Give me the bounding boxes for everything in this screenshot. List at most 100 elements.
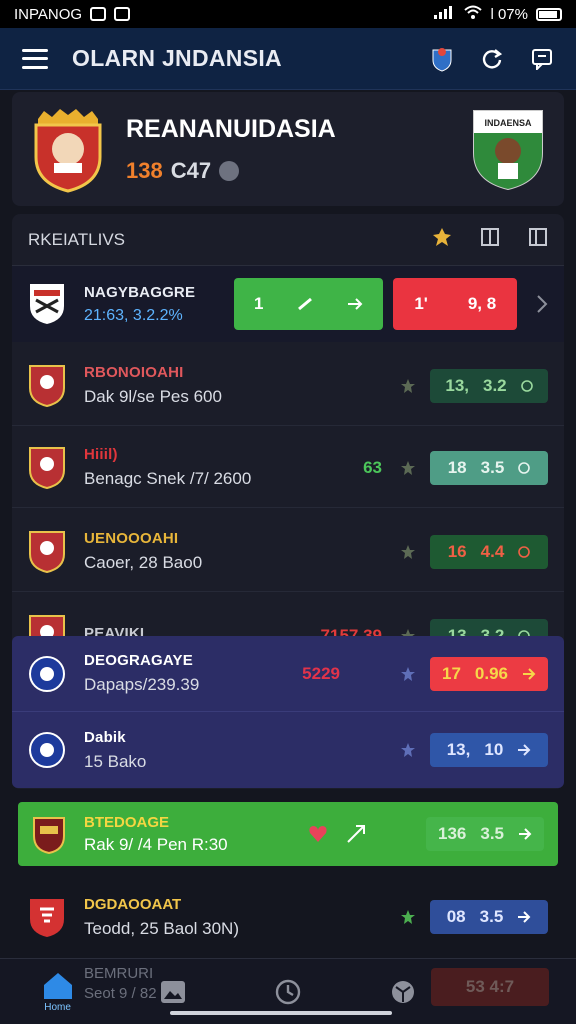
peek-match-detail: Seot 9 / 82	[84, 985, 157, 1002]
team-crest-icon	[29, 446, 65, 489]
favorite-star-icon[interactable]	[400, 666, 416, 682]
circle-icon	[520, 379, 533, 392]
highlighted-matches-panel: DEOGRAGAYE Dapaps/239.39 5229 17 0.96 Dabik 15…	[12, 636, 564, 788]
last-team-crest-icon	[30, 899, 64, 937]
promo-match-name: BTEDOAGE	[84, 813, 170, 831]
match-name: UENOOOAHI	[84, 530, 179, 547]
match-detail: Benagc Snek /7/ 2600	[84, 469, 252, 488]
favorite-star-icon[interactable]	[400, 544, 416, 560]
match-name: DEOGRAGAYE	[84, 652, 193, 669]
match-name: Hiiil)	[84, 446, 118, 463]
notification-icon	[90, 7, 107, 21]
featured-match-row[interactable]: NAGYBAGGRE 21:63, 3.2.2% 1 1' 9, 8	[12, 266, 564, 342]
chevron-right-icon[interactable]	[535, 294, 548, 314]
home-icon	[43, 973, 72, 999]
share-icon[interactable]	[346, 824, 366, 844]
wifi-icon	[464, 5, 483, 23]
odds-button[interactable]: 18 3.5	[430, 450, 548, 485]
gesture-bar	[170, 1011, 392, 1015]
odds-b: 3.5	[480, 457, 505, 477]
team-crest-icon	[29, 530, 65, 573]
last-match-name: DGDAOOAAT	[84, 895, 182, 913]
match-row[interactable]: RBONOIOAHI Dak 9l/se Pes 600 13, 3.2	[12, 346, 564, 426]
peek-match-name: BEMRURI	[84, 965, 154, 982]
odds-button[interactable]: 13, 3.2	[430, 368, 548, 403]
favorite-star-icon[interactable]	[400, 742, 416, 758]
odds-button[interactable]: 13, 10	[430, 733, 548, 767]
national-flag-crest-icon: INDAENSA	[473, 110, 543, 191]
promo-odds-b: 3.5	[480, 824, 504, 843]
match-detail: 15 Bako	[84, 751, 147, 771]
odds-a: 17	[441, 663, 461, 683]
arrow-right-icon	[519, 828, 532, 840]
last-odds-button[interactable]: 08 3.5	[430, 900, 548, 934]
signal-icon	[434, 5, 456, 23]
favorite-star-icon[interactable]	[400, 460, 416, 476]
club-badge-icon[interactable]	[430, 47, 454, 72]
menu-icon[interactable]	[22, 48, 48, 69]
team-crest-icon	[29, 364, 65, 407]
team-name: REANANUIDASIA	[126, 114, 336, 143]
odds-button[interactable]: 16 4.4	[430, 534, 548, 569]
odds-b: 3.2	[483, 375, 507, 395]
app-title: OLARN JNDANSIA	[72, 45, 282, 71]
info-icon[interactable]	[219, 160, 240, 181]
match-detail: Dapaps/239.39	[84, 675, 200, 694]
match-row[interactable]: UENOOOAHI Caoer, 28 Bao0 16 4.4	[12, 512, 564, 592]
featured-odds-lose[interactable]: 1' 9, 8	[393, 278, 518, 330]
match-row-last[interactable]: DGDAOOAAT Teodd, 25 Baol 30N) 08 3.5	[12, 876, 564, 958]
odds-a: 16	[447, 541, 467, 561]
last-match-detail: Teodd, 25 Baol 30N)	[84, 918, 239, 938]
featured-odds-win[interactable]: 1	[234, 278, 384, 330]
promo-odds-button[interactable]: 136 3.5	[426, 817, 544, 851]
app-bar: OLARN JNDANSIA	[0, 28, 576, 90]
featured-odds-win-value: 1	[253, 294, 264, 313]
match-row[interactable]: Hiiil) Benagc Snek /7/ 2600 63 18 3.5	[12, 428, 564, 508]
nav-home-label: Home	[44, 1002, 71, 1013]
featured-match-name: NAGYBAGGRE	[84, 283, 196, 301]
status-bar: INPANOG l 07%	[0, 0, 576, 28]
peek-odds: 53 4:7	[431, 968, 549, 1006]
match-detail: Caoer, 28 Bao0	[84, 553, 203, 572]
featured-match-sub: 21:63, 3.2.2%	[84, 306, 183, 324]
book-icon[interactable]	[480, 227, 500, 252]
arrow-right-icon	[523, 667, 536, 680]
circle-icon	[518, 461, 531, 474]
heart-icon[interactable]	[308, 824, 328, 844]
odds-a: 13,	[445, 375, 469, 395]
odds-b: 4.4	[480, 541, 505, 561]
panel-title: RKEIATLIVS	[28, 229, 125, 249]
flag-label: INDAENSA	[484, 118, 532, 128]
favorite-star-icon[interactable]	[400, 378, 416, 394]
sports-ball-icon	[392, 980, 415, 1003]
favorites-icon[interactable]	[432, 227, 452, 252]
clock-icon	[275, 979, 301, 1004]
chat-icon[interactable]	[530, 47, 554, 71]
match-extra: 63	[363, 457, 382, 477]
image-icon	[160, 980, 185, 1003]
odds-button[interactable]: 17 0.96	[430, 656, 548, 691]
match-extra: 5229	[302, 663, 340, 683]
highlighted-match-row[interactable]: DEOGRAGAYE Dapaps/239.39 5229 17 0.96	[12, 636, 564, 712]
arrow-right-icon	[518, 911, 531, 923]
star-icon[interactable]	[400, 909, 416, 925]
match-name: RBONOIOAHI	[84, 364, 184, 381]
layout-icon[interactable]	[528, 227, 548, 252]
team-header-card[interactable]: REANANUIDASIA 138 C47 INDAENSA	[12, 92, 564, 206]
promoted-match-row[interactable]: BTEDOAGE Rak 9/ /4 Pen R:30 136 3.5	[18, 802, 558, 866]
highlighted-match-row[interactable]: Dabik 15 Bako 13, 10	[12, 712, 564, 788]
team-crest-icon	[29, 655, 65, 692]
team-stat-a: 138	[126, 157, 163, 183]
featured-team-crest-icon	[30, 284, 64, 324]
last-odds-b: 3.5	[479, 907, 504, 926]
nav-home[interactable]: Home	[23, 959, 93, 1024]
odds-a: 13,	[446, 740, 471, 759]
team-crest-icon	[34, 109, 102, 193]
team-stat-b: C47	[170, 157, 212, 183]
team-crest-icon	[29, 732, 65, 768]
camera-icon	[114, 7, 131, 21]
refresh-icon[interactable]	[480, 47, 504, 71]
featured-odds-lose-b: 9, 8	[467, 294, 497, 313]
odds-b: 10	[484, 740, 504, 759]
odds-b: 0.96	[474, 663, 508, 683]
